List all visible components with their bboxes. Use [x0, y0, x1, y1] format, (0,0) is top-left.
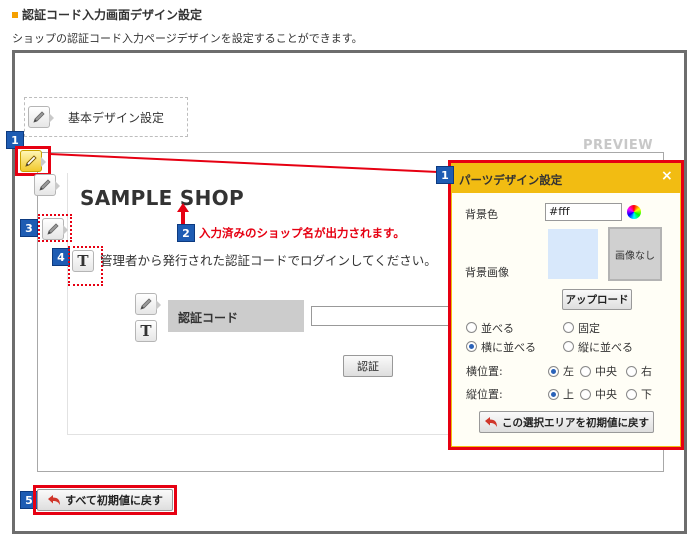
reset-all-button[interactable]: すべて初期値に戻す [37, 489, 173, 511]
repeat-radio[interactable] [466, 322, 477, 333]
v-top-radio[interactable] [548, 389, 559, 400]
h-right-label: 右 [641, 365, 652, 378]
h-left-radio[interactable] [548, 366, 559, 377]
reset-area-label: この選択エリアを初期値に戻す [502, 416, 649, 429]
h-left-label: 左 [563, 365, 574, 378]
v-bottom-label: 下 [641, 388, 652, 401]
parts-panel-title: パーツデザイン設定 [459, 173, 563, 187]
v-center-label: 中央 [595, 388, 617, 401]
annotation-badge-1b: 1 [436, 166, 454, 184]
v-top-label: 上 [563, 388, 574, 401]
code-row-edit-button[interactable] [135, 293, 161, 315]
message-area-edit-button[interactable] [42, 218, 68, 240]
v-position-label: 縦位置: [466, 388, 503, 401]
h-center-radio[interactable] [580, 366, 591, 377]
pencil-icon [33, 111, 45, 123]
reset-all-label: すべて初期値に戻す [65, 494, 163, 507]
bg-image-preview [548, 229, 598, 279]
v-bottom-radio[interactable] [626, 389, 637, 400]
upload-button[interactable]: アップロード [562, 289, 632, 310]
v-center-radio[interactable] [580, 389, 591, 400]
arrow-up-icon [177, 203, 189, 225]
page-design-edit-button[interactable] [20, 150, 46, 172]
header-bullet [12, 12, 18, 18]
bg-image-label: 背景画像 [465, 266, 509, 279]
pencil-icon [140, 298, 152, 310]
shop-name: SAMPLE SHOP [80, 186, 244, 210]
fixed-radio[interactable] [563, 322, 574, 333]
repeat-y-radio[interactable] [563, 341, 574, 352]
login-message: 管理者から発行された認証コードでログインしてください。 [100, 253, 437, 268]
pencil-icon [25, 155, 37, 167]
annotation-arrow-1 [50, 153, 450, 178]
page-description: ショップの認証コード入力ページデザインを設定することができます。 [12, 32, 363, 45]
bg-color-input[interactable]: #fff [545, 203, 622, 221]
annotation-badge-2: 2 [177, 224, 195, 242]
base-design-edit-button[interactable] [28, 106, 54, 128]
pencil-icon [47, 223, 59, 235]
reset-area-button[interactable]: この選択エリアを初期値に戻す [479, 411, 654, 433]
h-position-label: 横位置: [466, 365, 503, 378]
preview-label: PREVIEW [583, 138, 654, 153]
repeat-x-radio[interactable] [466, 341, 477, 352]
code-input[interactable] [311, 306, 459, 326]
page-title: 認証コード入力画面デザイン設定 [22, 8, 203, 22]
no-image-button[interactable]: 画像なし [608, 227, 662, 281]
h-right-radio[interactable] [626, 366, 637, 377]
close-icon[interactable]: × [661, 168, 673, 184]
annotation-badge-3: 3 [20, 219, 38, 237]
color-picker-icon[interactable] [627, 205, 641, 219]
h-center-label: 中央 [595, 365, 617, 378]
undo-icon [485, 417, 497, 427]
auth-button[interactable]: 認証 [343, 355, 393, 377]
text-icon: T [77, 252, 89, 270]
pencil-icon [39, 179, 51, 191]
annotation-note-2: 入力済みのショップ名が出力されます。 [199, 226, 405, 240]
base-design-label: 基本デザイン設定 [68, 111, 165, 125]
fixed-label: 固定 [578, 322, 600, 335]
undo-icon [48, 495, 61, 505]
text-icon: T [140, 322, 152, 340]
message-text-edit-button[interactable]: T [72, 250, 94, 272]
repeat-y-label: 縦に並べる [578, 341, 633, 354]
bg-color-label: 背景色 [465, 208, 498, 221]
code-label-text-edit-button[interactable]: T [135, 320, 157, 342]
code-label: 認証コード [178, 311, 239, 325]
repeat-label: 並べる [481, 322, 514, 335]
repeat-x-label: 横に並べる [481, 341, 536, 354]
